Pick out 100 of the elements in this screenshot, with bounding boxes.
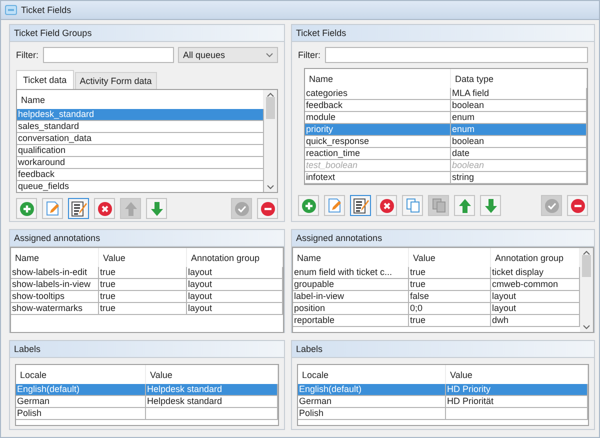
copy-button[interactable] [402, 195, 423, 216]
delete-icon [98, 202, 112, 216]
table-cell: show-watermarks [11, 303, 99, 314]
cell-text: conversation_data [18, 133, 92, 143]
table-cell: 0;0 [409, 303, 491, 314]
filter-label: Filter: [16, 50, 38, 60]
cell-text: helpdesk_standard [18, 109, 94, 119]
scrollbar[interactable] [580, 248, 593, 332]
table-row[interactable]: conversation_data [17, 133, 264, 145]
cell-text: enum [452, 124, 475, 134]
filter-field[interactable] [324, 47, 588, 63]
table-row[interactable]: queue_fields [17, 181, 264, 192]
table-row[interactable]: sales_standard [17, 121, 264, 133]
cell-text: boolean [452, 136, 484, 146]
cell-text: boolean [452, 160, 484, 170]
remove-button[interactable] [257, 198, 278, 219]
delete-button[interactable] [376, 195, 397, 216]
add-button[interactable] [16, 198, 37, 219]
cell-text: priority [306, 124, 334, 134]
table-row[interactable]: feedback boolean [305, 100, 587, 112]
panel-title: Ticket Fields [296, 28, 346, 38]
plus-icon [302, 198, 316, 212]
table-row[interactable]: Polish [16, 408, 278, 420]
scroll-up-icon [583, 250, 590, 255]
table-cell: true [99, 303, 187, 314]
scroll-down-icon [267, 185, 274, 190]
remove-icon [570, 198, 584, 212]
table-cell: layout [187, 267, 283, 278]
table-cell: true [99, 291, 187, 302]
cell-text: Polish [17, 408, 42, 418]
cell-text: reaction_time [306, 148, 360, 158]
table-cell: layout [187, 303, 283, 314]
edit-doc-button[interactable] [68, 198, 89, 219]
table-row[interactable]: qualification [17, 145, 264, 157]
table-row[interactable]: workaround [17, 157, 264, 169]
cell-text: HD Priorität [447, 396, 494, 406]
window-icon [5, 5, 17, 15]
table-row[interactable]: module enum [305, 112, 587, 124]
table-row[interactable]: German HD Priorität [298, 396, 588, 408]
plus-icon [20, 202, 34, 216]
cell-text: test_boolean [306, 160, 358, 170]
cell-text: Helpdesk standard [147, 396, 222, 406]
table-row[interactable]: German Helpdesk standard [16, 396, 278, 408]
window-title: Ticket Fields [21, 5, 72, 15]
table-cell: reportable [293, 315, 409, 326]
delete-icon [380, 198, 394, 212]
filter-field[interactable] [42, 47, 174, 63]
table-row[interactable]: categories MLA field [305, 88, 587, 100]
table-cell: label-in-view [293, 291, 409, 302]
table-cell: layout [187, 279, 283, 290]
edit-button[interactable] [324, 195, 345, 216]
remove-icon [260, 202, 274, 216]
delete-button[interactable] [94, 198, 115, 219]
cell-text: feedback [18, 169, 55, 179]
check-icon [234, 202, 248, 216]
panel-title: Assigned annotations [296, 233, 382, 243]
edit-icon [328, 198, 342, 213]
table-row[interactable]: quick_response boolean [305, 136, 587, 148]
paste-icon [432, 198, 446, 213]
cell-text: sales_standard [18, 121, 80, 131]
down-button[interactable] [146, 198, 167, 219]
table-cell: true [409, 279, 491, 290]
down-button[interactable] [480, 195, 501, 216]
table-row[interactable]: infotext string [305, 172, 587, 184]
cell-text: English(default) [299, 384, 362, 394]
cell-text: enum [452, 112, 475, 122]
panel-title: Labels [14, 344, 41, 354]
table-row[interactable]: reaction_time date [305, 148, 587, 160]
arrow-down-icon [150, 202, 162, 216]
tab[interactable]: Activity Form data [74, 72, 157, 89]
table-cell: true [409, 267, 491, 278]
check-icon [544, 198, 558, 212]
table-cell: show-tooltips [11, 291, 99, 302]
cell-text: MLA field [452, 88, 490, 98]
cell-text: workaround [18, 157, 66, 167]
tab[interactable]: Ticket data [16, 70, 74, 89]
edit-button[interactable] [42, 198, 63, 219]
edit-doc-button[interactable] [350, 195, 371, 216]
cell-text: English(default) [17, 384, 80, 394]
table-row[interactable]: Polish [298, 408, 588, 420]
panel-title: Ticket Field Groups [14, 28, 92, 38]
panel-title: Assigned annotations [14, 233, 100, 243]
cell-text: module [306, 112, 336, 122]
up-button[interactable] [454, 195, 475, 216]
scroll-thumb[interactable] [582, 255, 591, 277]
cell-text: qualification [18, 145, 66, 155]
scrollbar[interactable] [264, 90, 277, 192]
cell-text: categories [306, 88, 348, 98]
remove-button[interactable] [567, 195, 588, 216]
cell-text: feedback [306, 100, 343, 110]
cell-text: queue_fields [18, 181, 70, 191]
table-cell: show-labels-in-edit [11, 267, 99, 278]
table-row[interactable]: feedback [17, 169, 264, 181]
add-button[interactable] [298, 195, 319, 216]
queue-dropdown[interactable]: All queues [178, 47, 278, 63]
table-cell: true [99, 279, 187, 290]
arrow-up-icon [458, 198, 470, 212]
scroll-thumb[interactable] [266, 97, 275, 119]
cell-text: Helpdesk standard [147, 384, 222, 394]
scroll-down-icon [583, 325, 590, 330]
